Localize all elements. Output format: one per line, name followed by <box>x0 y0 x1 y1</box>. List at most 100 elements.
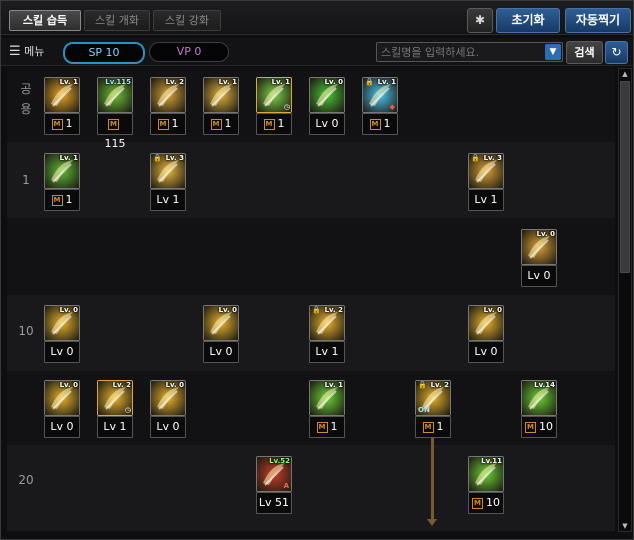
skill-slot[interactable]: Lv. 3 🔒 Lv 1 <box>468 153 504 213</box>
skill-slot[interactable]: Lv.11 M 10 <box>468 456 504 516</box>
skill-slot[interactable]: Lv.14 M 10 <box>521 380 557 440</box>
skill-slot[interactable]: Lv. 1 ◷ M 1 <box>256 77 292 137</box>
skill-slot[interactable]: Lv.52 A Lv 51 <box>256 456 292 516</box>
clock-icon: ◷ <box>124 406 131 414</box>
skill-window: 스킬 습득 스킬 개화 스킬 강화 ✱ 초기화 자동찍기 ☰ 메뉴 SP 10 … <box>0 0 634 540</box>
skill-slot[interactable]: Lv. 1 M1 <box>309 380 345 440</box>
skill-slot[interactable]: Lv. 2 🔒 Lv 1 <box>309 305 345 365</box>
skill-slot[interactable]: Lv. 0 Lv 0 <box>309 77 345 137</box>
skill-level: M 10 <box>468 492 504 514</box>
tab-skill-learn[interactable]: 스킬 습득 <box>9 10 81 31</box>
skill-icon[interactable]: Lv. 0 <box>44 305 80 341</box>
chevron-down-icon[interactable]: ▼ <box>545 44 561 60</box>
skill-icon[interactable]: Lv. 1 <box>44 153 80 189</box>
skill-max-level: Lv. 1 <box>324 381 343 389</box>
scroll-down-icon[interactable]: ▼ <box>619 521 631 531</box>
skill-level-value: Lv 0 <box>50 420 74 433</box>
skill-slot[interactable]: Lv. 0 Lv 0 <box>521 229 557 289</box>
skill-slot[interactable]: Lv. 2 M1 <box>150 77 186 137</box>
skill-max-level: Lv. 0 <box>218 306 237 314</box>
skill-icon[interactable]: Lv.52 A <box>256 456 292 492</box>
skill-slot[interactable]: Lv. 3 🔒 Lv 1 <box>150 153 186 213</box>
mastery-icon: M <box>263 119 275 130</box>
skill-slot[interactable]: Lv.115 M 115 <box>97 77 133 150</box>
skill-max-level: Lv. 3 <box>483 154 502 162</box>
skill-icon[interactable]: Lv. 0 <box>44 380 80 416</box>
skill-icon[interactable]: Lv. 0 <box>521 229 557 265</box>
pin-icon[interactable]: ✱ <box>467 8 493 33</box>
auto-assign-button[interactable]: 자동찍기 <box>565 8 631 33</box>
skill-level-value: 1 <box>65 117 73 130</box>
skill-level-value: Lv 0 <box>156 420 180 433</box>
skill-level: M1 <box>150 113 186 135</box>
hamburger-icon: ☰ <box>9 44 21 59</box>
skill-level-value: 1 <box>383 117 391 130</box>
scroll-thumb[interactable] <box>620 81 630 273</box>
skill-max-level: Lv. 3 <box>165 154 184 162</box>
skill-level-value: Lv 0 <box>315 117 339 130</box>
skill-icon[interactable]: Lv. 0 <box>309 77 345 113</box>
scrollbar[interactable]: ▲ ▼ <box>618 68 632 532</box>
skill-icon[interactable]: Lv. 0 <box>150 380 186 416</box>
skill-level-value: Lv 1 <box>156 193 180 206</box>
skill-level: Lv 0 <box>44 341 80 363</box>
mastery-icon: M <box>472 498 483 509</box>
search-input[interactable] <box>381 43 541 61</box>
skill-level: Lv 1 <box>309 341 345 363</box>
mastery-icon: M <box>157 119 169 130</box>
tab-skill-bloom[interactable]: 스킬 개화 <box>84 10 150 31</box>
skill-icon[interactable]: Lv. 0 <box>203 305 239 341</box>
menu-button[interactable]: ☰ 메뉴 <box>9 42 44 61</box>
skill-slot[interactable]: Lv. 0 Lv 0 <box>44 305 80 365</box>
skill-icon[interactable]: Lv. 2 🔒 <box>309 305 345 341</box>
skill-icon[interactable]: Lv. 3 🔒 <box>150 153 186 189</box>
skill-icon[interactable]: Lv. 2 <box>150 77 186 113</box>
skill-slot[interactable]: Lv. 0 Lv 0 <box>468 305 504 365</box>
skill-icon[interactable]: Lv. 1 <box>203 77 239 113</box>
skill-level: M1 <box>44 189 80 211</box>
skill-icon[interactable]: Lv.11 <box>468 456 504 492</box>
refresh-icon[interactable]: ↻ <box>605 41 628 64</box>
skill-max-level: Lv. 2 <box>324 306 343 314</box>
skill-icon[interactable]: Lv. 1 <box>44 77 80 113</box>
skill-level-value: Lv 1 <box>474 193 498 206</box>
skill-level: M1 <box>203 113 239 135</box>
vp-counter: VP 0 <box>149 42 229 62</box>
mastery-icon: M <box>525 422 536 433</box>
skill-icon[interactable]: Lv. 1 🔒 ◆ <box>362 77 398 113</box>
shield-icon: ◆ <box>389 103 395 111</box>
skill-level-value: Lv 0 <box>474 345 498 358</box>
skill-icon[interactable]: Lv.14 <box>521 380 557 416</box>
skill-icon[interactable]: Lv.115 <box>97 77 133 113</box>
skill-slot[interactable]: Lv. 1 M1 <box>44 77 80 137</box>
skill-slot[interactable]: Lv. 1 🔒 ◆ M 1 <box>362 77 398 137</box>
skill-level: Lv 1 <box>468 189 504 211</box>
mastery-icon: M <box>51 119 63 130</box>
mastery-icon: M <box>422 422 434 433</box>
skill-level-value: Lv 0 <box>527 269 551 282</box>
search-button[interactable]: 검색 <box>566 41 603 64</box>
skill-level-value: Lv 1 <box>315 345 339 358</box>
lock-icon: 🔒 <box>153 154 162 162</box>
skill-icon[interactable]: Lv. 3 🔒 <box>468 153 504 189</box>
reset-button[interactable]: 초기화 <box>496 8 560 33</box>
skill-level: Lv 1 <box>150 189 186 211</box>
skill-slot[interactable]: Lv. 1 M1 <box>44 153 80 213</box>
skill-icon[interactable]: Lv. 1 <box>309 380 345 416</box>
skill-slot[interactable]: Lv. 2 🔒 ON M 1 <box>415 380 451 440</box>
skill-icon[interactable]: Lv. 2 ◷ <box>97 380 133 416</box>
skill-level-value: Lv 1 <box>103 420 127 433</box>
skill-slot[interactable]: Lv. 0 Lv 0 <box>44 380 80 440</box>
skill-slot[interactable]: Lv. 2 ◷ Lv 1 <box>97 380 133 440</box>
skill-icon[interactable]: Lv. 0 <box>468 305 504 341</box>
skill-slot[interactable]: Lv. 0 Lv 0 <box>203 305 239 365</box>
skill-slot[interactable]: Lv. 1 M1 <box>203 77 239 137</box>
skill-icon[interactable]: Lv. 2 🔒 ON <box>415 380 451 416</box>
mastery-icon: M <box>51 195 63 206</box>
skill-slot[interactable]: Lv. 0 Lv 0 <box>150 380 186 440</box>
skill-icon[interactable]: Lv. 1 ◷ <box>256 77 292 113</box>
skill-max-level: Lv. 0 <box>165 381 184 389</box>
skill-max-level: Lv.115 <box>105 78 131 86</box>
tab-skill-enhance[interactable]: 스킬 강화 <box>153 10 221 31</box>
scroll-up-icon[interactable]: ▲ <box>619 69 631 79</box>
